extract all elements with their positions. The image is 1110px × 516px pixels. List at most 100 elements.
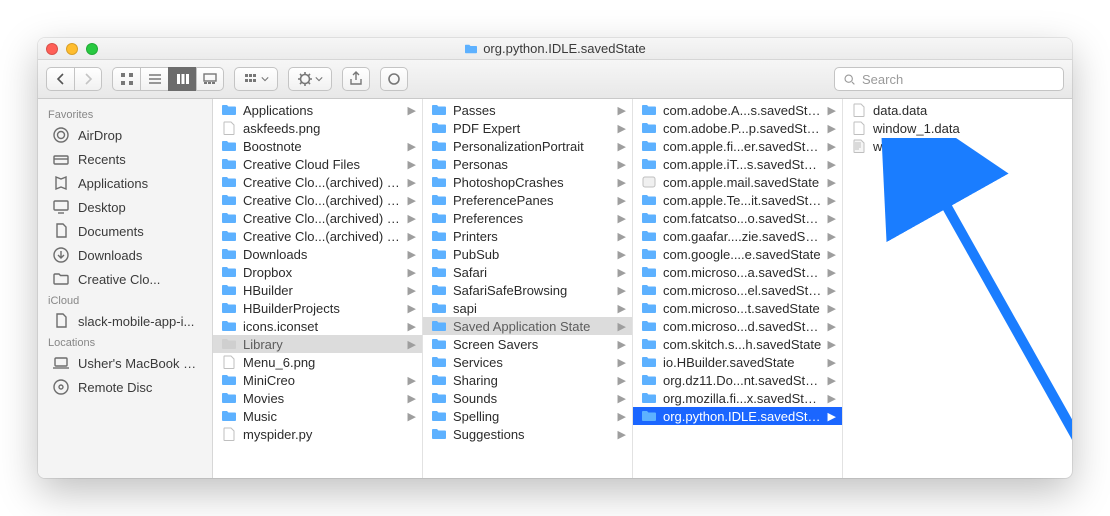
gallery-view-button[interactable] xyxy=(196,67,224,91)
sidebar-item[interactable]: Usher's MacBook Pro xyxy=(38,351,212,375)
file-row[interactable]: com.adobe.P...p.savedState▶ xyxy=(633,119,842,137)
file-row[interactable]: Preferences▶ xyxy=(423,209,632,227)
folder-icon xyxy=(221,175,237,189)
file-row[interactable]: Creative Clo...(archived) (2)▶ xyxy=(213,191,422,209)
disclosure-arrow-icon: ▶ xyxy=(618,158,626,171)
disclosure-arrow-icon: ▶ xyxy=(408,392,416,405)
file-row[interactable]: PhotoshopCrashes▶ xyxy=(423,173,632,191)
file-row[interactable]: icons.iconset▶ xyxy=(213,317,422,335)
file-row[interactable]: com.skitch.s...h.savedState▶ xyxy=(633,335,842,353)
file-row[interactable]: com.apple.fi...er.savedState▶ xyxy=(633,137,842,155)
file-row[interactable]: data.data xyxy=(843,101,1043,119)
file-row[interactable]: Creative Clo...(archived) (1)▶ xyxy=(213,173,422,191)
file-row[interactable]: com.microso...t.savedState▶ xyxy=(633,299,842,317)
file-row[interactable]: Boostnote▶ xyxy=(213,137,422,155)
file-row[interactable]: Movies▶ xyxy=(213,389,422,407)
file-row[interactable]: askfeeds.png xyxy=(213,119,422,137)
file-row[interactable]: com.microso...a.savedState▶ xyxy=(633,263,842,281)
folder-icon xyxy=(431,175,447,189)
file-row[interactable]: HBuilderProjects▶ xyxy=(213,299,422,317)
file-row[interactable]: com.apple.iT...s.savedState▶ xyxy=(633,155,842,173)
file-row[interactable]: Spelling▶ xyxy=(423,407,632,425)
file-row[interactable]: com.apple.mail.savedState▶ xyxy=(633,173,842,191)
sidebar-item[interactable]: AirDrop xyxy=(38,123,212,147)
file-row[interactable]: Music▶ xyxy=(213,407,422,425)
file-row[interactable]: com.microso...d.savedState▶ xyxy=(633,317,842,335)
search-field[interactable] xyxy=(834,67,1064,91)
sidebar[interactable]: FavoritesAirDropRecentsApplicationsDeskt… xyxy=(38,99,213,478)
file-row[interactable]: Services▶ xyxy=(423,353,632,371)
column[interactable]: com.adobe.A...s.savedState▶com.adobe.P..… xyxy=(633,99,843,478)
column[interactable]: Applications▶askfeeds.pngBoostnote▶Creat… xyxy=(213,99,423,478)
file-row[interactable]: com.apple.Te...it.savedState▶ xyxy=(633,191,842,209)
column-view-button[interactable] xyxy=(168,67,196,91)
file-row[interactable]: windows.plist xyxy=(843,137,1043,155)
file-row[interactable]: window_1.data xyxy=(843,119,1043,137)
zoom-button[interactable] xyxy=(86,43,98,55)
file-row[interactable]: com.adobe.A...s.savedState▶ xyxy=(633,101,842,119)
file-row[interactable]: MiniCreo▶ xyxy=(213,371,422,389)
file-row[interactable]: io.HBuilder.savedState▶ xyxy=(633,353,842,371)
file-row[interactable]: PDF Expert▶ xyxy=(423,119,632,137)
file-row[interactable]: PersonalizationPortrait▶ xyxy=(423,137,632,155)
file-row[interactable]: Safari▶ xyxy=(423,263,632,281)
column[interactable]: Passes▶PDF Expert▶PersonalizationPortrai… xyxy=(423,99,633,478)
file-row[interactable]: Creative Clo...(archived) (4)▶ xyxy=(213,227,422,245)
file-row[interactable]: Sharing▶ xyxy=(423,371,632,389)
file-row[interactable]: HBuilder▶ xyxy=(213,281,422,299)
sidebar-item[interactable]: Remote Disc xyxy=(38,375,212,399)
file-row[interactable]: Creative Clo...(archived) (3)▶ xyxy=(213,209,422,227)
forward-button[interactable] xyxy=(74,67,102,91)
sidebar-item[interactable]: Creative Clo... xyxy=(38,267,212,291)
file-row[interactable]: PreferencePanes▶ xyxy=(423,191,632,209)
file-row[interactable]: Suggestions▶ xyxy=(423,425,632,443)
back-button[interactable] xyxy=(46,67,74,91)
file-row[interactable]: com.fatcatso...o.savedState▶ xyxy=(633,209,842,227)
file-row[interactable]: com.gaafar....zie.savedState▶ xyxy=(633,227,842,245)
icon-view-button[interactable] xyxy=(112,67,140,91)
sidebar-item[interactable]: Documents xyxy=(38,219,212,243)
column[interactable]: data.datawindow_1.datawindows.plist xyxy=(843,99,1043,478)
file-row[interactable]: Saved Application State▶ xyxy=(423,317,632,335)
list-view-button[interactable] xyxy=(140,67,168,91)
file-row[interactable]: Personas▶ xyxy=(423,155,632,173)
file-row[interactable]: Screen Savers▶ xyxy=(423,335,632,353)
arrange-button[interactable] xyxy=(234,67,278,91)
disclosure-arrow-icon: ▶ xyxy=(828,410,836,423)
sidebar-item[interactable]: Downloads xyxy=(38,243,212,267)
file-row[interactable]: org.mozilla.fi...x.savedState▶ xyxy=(633,389,842,407)
folder-icon xyxy=(641,337,657,351)
close-button[interactable] xyxy=(46,43,58,55)
disclosure-arrow-icon: ▶ xyxy=(828,248,836,261)
file-row[interactable]: org.dz11.Do...nt.savedState▶ xyxy=(633,371,842,389)
disclosure-arrow-icon: ▶ xyxy=(618,212,626,225)
file-row[interactable]: Printers▶ xyxy=(423,227,632,245)
file-row[interactable]: Menu_6.png xyxy=(213,353,422,371)
search-input[interactable] xyxy=(862,72,1055,87)
file-row[interactable]: Sounds▶ xyxy=(423,389,632,407)
file-row[interactable]: sapi▶ xyxy=(423,299,632,317)
file-row[interactable]: com.microso...el.savedState▶ xyxy=(633,281,842,299)
file-row[interactable]: Library▶ xyxy=(213,335,422,353)
file-row[interactable]: Downloads▶ xyxy=(213,245,422,263)
file-row[interactable]: Creative Cloud Files▶ xyxy=(213,155,422,173)
file-name: myspider.py xyxy=(243,427,416,442)
file-row[interactable]: myspider.py xyxy=(213,425,422,443)
share-button[interactable] xyxy=(342,67,370,91)
action-button[interactable] xyxy=(288,67,332,91)
sidebar-item[interactable]: slack-mobile-app-i... xyxy=(38,309,212,333)
file-row[interactable]: org.python.IDLE.savedState▶ xyxy=(633,407,842,425)
file-row[interactable]: SafariSafeBrowsing▶ xyxy=(423,281,632,299)
tags-button[interactable] xyxy=(380,67,408,91)
file-row[interactable]: Passes▶ xyxy=(423,101,632,119)
minimize-button[interactable] xyxy=(66,43,78,55)
file-row[interactable]: Applications▶ xyxy=(213,101,422,119)
file-row[interactable]: Dropbox▶ xyxy=(213,263,422,281)
file-row[interactable]: PubSub▶ xyxy=(423,245,632,263)
file-name: PDF Expert xyxy=(453,121,612,136)
sidebar-item[interactable]: Recents xyxy=(38,147,212,171)
folder-icon xyxy=(431,337,447,351)
file-row[interactable]: com.google....e.savedState▶ xyxy=(633,245,842,263)
sidebar-item[interactable]: Applications xyxy=(38,171,212,195)
sidebar-item[interactable]: Desktop xyxy=(38,195,212,219)
